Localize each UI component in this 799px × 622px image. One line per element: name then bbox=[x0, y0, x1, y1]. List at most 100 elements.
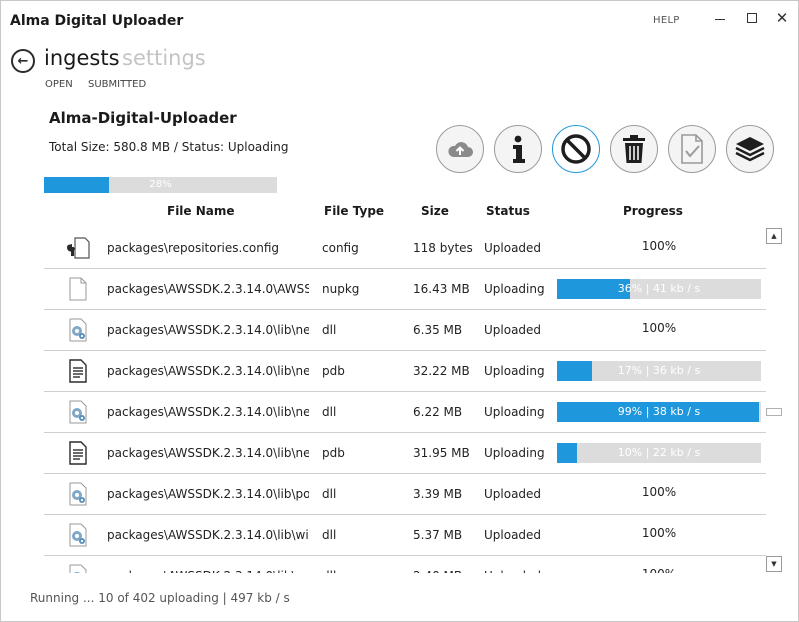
file-progress-label: 100% bbox=[641, 485, 677, 499]
file-type-cell: nupkg bbox=[322, 282, 360, 296]
file-status-cell: Uploaded bbox=[484, 241, 542, 255]
file-type-cell: dll bbox=[322, 323, 337, 337]
dll-file-icon bbox=[66, 523, 90, 547]
dll-file-icon bbox=[66, 400, 90, 424]
text-file-icon bbox=[66, 441, 90, 465]
arrow-down-icon: ▼ bbox=[771, 560, 777, 568]
overall-progress-bar: 28% bbox=[44, 177, 277, 193]
submit-button[interactable] bbox=[668, 125, 716, 173]
file-progress-label: 17% | 36 kb / s bbox=[617, 364, 701, 377]
table-row[interactable]: packages\AWSSDK.2.3.14.0\AWSSDK.2.3.14.0… bbox=[44, 269, 766, 310]
close-icon: ✕ bbox=[775, 9, 789, 27]
file-status-cell: Uploading bbox=[484, 446, 545, 460]
minimize-icon bbox=[715, 18, 725, 20]
file-type-cell: config bbox=[322, 241, 359, 255]
file-name-cell: packages\AWSSDK.2.3.14.0\lib\net45\AWSSD… bbox=[107, 405, 309, 419]
table-row[interactable]: packages\AWSSDK.2.3.14.0\lib\portable\AW… bbox=[44, 474, 766, 515]
dll-file-icon bbox=[66, 318, 90, 342]
file-size-cell: 3.39 MB bbox=[413, 487, 463, 501]
file-size-cell: 6.22 MB bbox=[413, 405, 463, 419]
dll-file-icon bbox=[66, 482, 90, 506]
scroll-down-button[interactable]: ▼ bbox=[766, 556, 782, 572]
header-progress[interactable]: Progress bbox=[623, 204, 683, 218]
file-size-cell: 2.40 MB bbox=[413, 569, 462, 573]
header-file-type[interactable]: File Type bbox=[324, 204, 384, 218]
file-status-cell: Uploaded bbox=[484, 323, 542, 337]
app-window: Alma Digital Uploader HELP ✕ ← ingests s… bbox=[0, 0, 799, 622]
trash-icon bbox=[623, 135, 645, 163]
file-status-cell: Uploading bbox=[484, 405, 545, 419]
title-bar: Alma Digital Uploader HELP ✕ bbox=[1, 1, 798, 41]
file-status-cell: Uploaded bbox=[484, 528, 542, 542]
cancel-icon bbox=[561, 134, 591, 164]
file-size-cell: 31.95 MB bbox=[413, 446, 470, 460]
file-progress-label: 99% | 38 kb / s bbox=[617, 405, 701, 418]
table-row[interactable]: packages\AWSSDK.2.3.14.0\lib\wp8\AWSSDK.… bbox=[44, 556, 766, 573]
file-progress-label: 100% bbox=[641, 321, 677, 335]
file-progress-label: 36% | 41 kb / s bbox=[617, 282, 701, 295]
file-name-cell: packages\AWSSDK.2.3.14.0\lib\win8\AWSSDK… bbox=[107, 528, 309, 542]
nav-settings[interactable]: settings bbox=[122, 46, 206, 70]
file-name-cell: packages\AWSSDK.2.3.14.0\lib\net45\AWSSD… bbox=[107, 446, 309, 460]
info-button[interactable] bbox=[494, 125, 542, 173]
file-progress-bar: 99% | 38 kb / s bbox=[557, 402, 761, 422]
subnav-submitted[interactable]: SUBMITTED bbox=[88, 79, 146, 90]
maximize-icon bbox=[747, 13, 757, 23]
back-button[interactable]: ← bbox=[11, 49, 35, 73]
file-progress-label: 10% | 22 kb / s bbox=[617, 446, 701, 459]
file-progress-bar: 36% | 41 kb / s bbox=[557, 279, 761, 299]
file-size-cell: 16.43 MB bbox=[413, 282, 470, 296]
dll-file-icon bbox=[66, 564, 90, 573]
layers-button[interactable] bbox=[726, 125, 774, 173]
header-size[interactable]: Size bbox=[421, 204, 449, 218]
nav-ingests[interactable]: ingests bbox=[44, 46, 120, 70]
minimize-button[interactable] bbox=[709, 7, 731, 29]
app-title: Alma Digital Uploader bbox=[10, 13, 184, 29]
file-size-cell: 118 bytes bbox=[413, 241, 473, 255]
file-progress-bar: 10% | 22 kb / s bbox=[557, 443, 761, 463]
file-type-cell: dll bbox=[322, 569, 336, 573]
cancel-button[interactable] bbox=[552, 125, 600, 173]
maximize-button[interactable] bbox=[741, 7, 763, 29]
header-file-name[interactable]: File Name bbox=[167, 204, 235, 218]
back-arrow-icon: ← bbox=[17, 53, 29, 69]
config-file-icon bbox=[66, 236, 90, 260]
arrow-up-icon: ▲ bbox=[771, 232, 777, 240]
header-status[interactable]: Status bbox=[486, 204, 530, 218]
scroll-up-button[interactable]: ▲ bbox=[766, 228, 782, 244]
cloud-upload-icon bbox=[448, 142, 473, 157]
file-status-cell: Uploaded bbox=[484, 569, 541, 573]
table-row[interactable]: packages\AWSSDK.2.3.14.0\lib\net45\AWSSD… bbox=[44, 392, 766, 433]
file-type-cell: pdb bbox=[322, 446, 345, 460]
scrollbar-thumb[interactable] bbox=[766, 408, 782, 416]
delete-button[interactable] bbox=[610, 125, 658, 173]
table-row[interactable]: packages\AWSSDK.2.3.14.0\lib\net45\AWSSD… bbox=[44, 433, 766, 474]
file-size-cell: 32.22 MB bbox=[413, 364, 470, 378]
document-check-icon bbox=[681, 134, 703, 164]
file-name-cell: packages\AWSSDK.2.3.14.0\lib\portable\AW… bbox=[107, 487, 309, 501]
table-row[interactable]: packages\AWSSDK.2.3.14.0\lib\win8\AWSSDK… bbox=[44, 515, 766, 556]
file-status-cell: Uploading bbox=[484, 282, 545, 296]
file-progress-label: 100% bbox=[557, 567, 761, 573]
file-table[interactable]: packages\repositories.config config 118 by… bbox=[1, 228, 799, 573]
file-status-cell: Uploading bbox=[484, 364, 545, 378]
upload-button[interactable] bbox=[436, 125, 484, 173]
table-row[interactable]: packages\AWSSDK.2.3.14.0\lib\net35\AWSSD… bbox=[44, 351, 766, 392]
table-row[interactable]: packages\repositories.config config 118 by… bbox=[44, 228, 766, 269]
status-bar: Running ... 10 of 402 uploading | 497 kb… bbox=[30, 591, 290, 605]
file-status-cell: Uploaded bbox=[484, 487, 542, 501]
file-progress-label: 100% bbox=[641, 239, 677, 253]
table-row[interactable]: packages\AWSSDK.2.3.14.0\lib\net35\AWSSD… bbox=[44, 310, 766, 351]
close-button[interactable]: ✕ bbox=[771, 7, 793, 29]
file-name-cell: packages\AWSSDK.2.3.14.0\lib\net35\AWSSD… bbox=[107, 323, 309, 337]
file-size-cell: 6.35 MB bbox=[413, 323, 463, 337]
file-name-cell: packages\AWSSDK.2.3.14.0\lib\wp8\AWSSDK.… bbox=[107, 569, 309, 573]
ingest-title: Alma-Digital-Uploader bbox=[49, 109, 237, 127]
file-name-cell: packages\repositories.config bbox=[107, 241, 280, 255]
subnav-open[interactable]: OPEN bbox=[45, 79, 73, 90]
file-progress-bar: 17% | 36 kb / s bbox=[557, 361, 761, 381]
file-name-cell: packages\AWSSDK.2.3.14.0\lib\net35\AWSSD… bbox=[107, 364, 309, 378]
overall-progress-label: 28% bbox=[149, 179, 172, 190]
file-type-cell: dll bbox=[322, 487, 337, 501]
help-link[interactable]: HELP bbox=[653, 15, 680, 26]
